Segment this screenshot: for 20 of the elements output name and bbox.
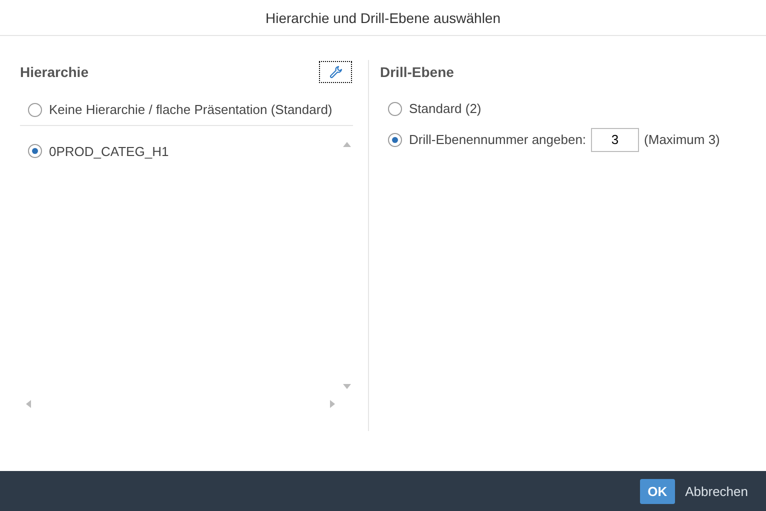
option-label: 0PROD_CATEG_H1 (49, 144, 169, 158)
scroll-down-icon[interactable] (343, 384, 351, 389)
wrench-icon (328, 65, 342, 79)
maximum-hint: (Maximum 3) (644, 132, 720, 147)
option-label: Standard (2) (409, 101, 482, 116)
option-label: Keine Hierarchie / flache Präsentation (Standard) (49, 102, 332, 117)
radio-button[interactable] (388, 102, 402, 116)
scroll-right-icon[interactable] (330, 400, 335, 408)
number-field[interactable]: 3 (591, 128, 640, 152)
cancel-button[interactable]: Abbrechen (681, 480, 752, 502)
option-label: Drill-Ebenennummer angeben: (409, 132, 586, 147)
radio-button[interactable] (28, 144, 42, 158)
settings-button[interactable] (319, 61, 352, 83)
section-heading: Drill-Ebene (380, 63, 455, 82)
section-heading: Hierarchie (20, 64, 88, 80)
scroll-up-icon[interactable] (343, 142, 351, 147)
radio-button[interactable] (388, 132, 402, 146)
scroll-left-icon[interactable] (26, 400, 31, 408)
radio-button[interactable] (28, 102, 42, 116)
dialog-title: Hierarchie und Drill-Ebene auswählen (265, 10, 500, 26)
